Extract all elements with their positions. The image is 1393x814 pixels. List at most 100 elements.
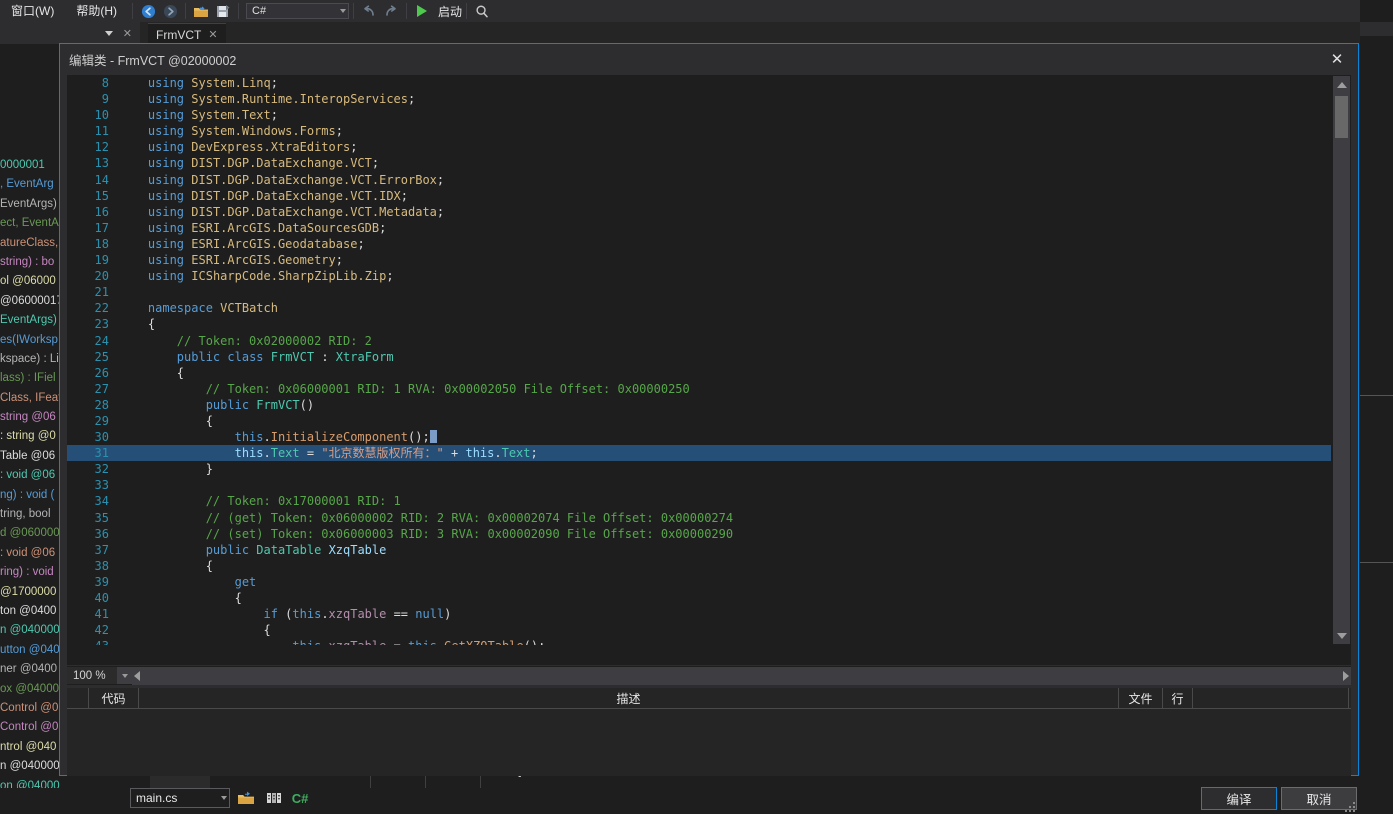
code-line[interactable]: 42 { — [67, 622, 1331, 638]
code-line[interactable]: 43 this.xzqTable = this.GetXZQTable(); — [67, 638, 1331, 645]
code-line[interactable]: 23 { — [67, 316, 1331, 332]
code-line[interactable]: 25 public class FrmVCT : XtraForm — [67, 349, 1331, 365]
member-list-item[interactable]: kspace) : Li — [0, 350, 66, 369]
member-list-item[interactable]: atureClass, — [0, 234, 66, 253]
member-list-item[interactable]: n @0400000 — [0, 757, 66, 776]
member-list-item[interactable]: EventArgs) — [0, 195, 66, 214]
member-list-item[interactable]: utton @040 — [0, 641, 66, 660]
chevron-down-icon[interactable] — [104, 30, 113, 36]
code-line[interactable]: 9 using System.Runtime.InteropServices; — [67, 91, 1331, 107]
code-line[interactable]: 8 using System.Linq; — [67, 75, 1331, 91]
tab-frmvct[interactable]: FrmVCT ✕ — [148, 23, 226, 45]
code-line[interactable]: 38 { — [67, 558, 1331, 574]
csharp-icon[interactable]: C# — [288, 788, 312, 808]
grid-column-header[interactable]: 文件 — [1119, 688, 1163, 708]
member-list-panel[interactable]: 0000001, EventArg EventArgs) ect, EventAr a… — [0, 44, 66, 788]
member-list-item[interactable]: Control @0 — [0, 699, 66, 718]
member-list-item[interactable]: ect, EventAr — [0, 214, 66, 233]
redo-icon[interactable] — [380, 1, 402, 21]
member-list-item[interactable]: @1700000 — [0, 583, 66, 602]
member-list-item[interactable]: lass) : IFiel — [0, 369, 66, 388]
member-list-item[interactable]: tring, bool — [0, 505, 66, 524]
member-list-item[interactable]: , EventArg — [0, 175, 66, 194]
code-line[interactable]: 32 } — [67, 461, 1331, 477]
close-icon[interactable]: ✕ — [1316, 45, 1358, 74]
forward-arrow-icon[interactable] — [159, 1, 181, 21]
code-lines-container[interactable]: 8 using System.Linq; 9 using System.Runti… — [67, 75, 1331, 645]
member-list-item[interactable]: on @04000 — [0, 777, 66, 789]
code-line[interactable]: 14 using DIST.DGP.DataExchange.VCT.Error… — [67, 172, 1331, 188]
open-folder-icon[interactable] — [190, 1, 212, 21]
scroll-left-icon[interactable] — [134, 670, 140, 681]
member-list-item[interactable]: string @06 — [0, 408, 66, 427]
member-list-item[interactable]: ng) : void ( — [0, 486, 66, 505]
member-list-item[interactable]: string) : bo — [0, 253, 66, 272]
resize-grip[interactable] — [1345, 802, 1357, 814]
scroll-right-icon[interactable] — [1343, 670, 1349, 681]
references-icon[interactable] — [262, 788, 286, 808]
menu-window[interactable]: 窗口(W) — [0, 0, 65, 22]
scrollbar-thumb[interactable] — [1335, 96, 1348, 138]
dialog-titlebar[interactable]: 编辑类 - FrmVCT @02000002 ✕ — [60, 44, 1358, 74]
member-list-item[interactable]: : string @0 — [0, 427, 66, 446]
compile-button[interactable]: 编译 — [1201, 787, 1277, 810]
messages-grid-body[interactable] — [67, 709, 1351, 776]
member-list-item[interactable]: EventArgs) — [0, 311, 66, 330]
member-list-item[interactable]: d @060000 — [0, 524, 66, 543]
code-line[interactable]: 22 namespace VCTBatch — [67, 300, 1331, 316]
messages-grid[interactable]: 代码 描述 文件行 — [67, 688, 1351, 776]
save-icon[interactable] — [212, 1, 234, 21]
language-combo[interactable]: C# — [246, 3, 349, 19]
code-line[interactable]: 15 using DIST.DGP.DataExchange.VCT.IDX; — [67, 188, 1331, 204]
code-line[interactable]: 41 if (this.xzqTable == null) — [67, 606, 1331, 622]
code-line[interactable]: 40 { — [67, 590, 1331, 606]
member-list-item[interactable]: : void @06 — [0, 544, 66, 563]
code-line[interactable]: 35 // (get) Token: 0x06000002 RID: 2 RVA… — [67, 510, 1331, 526]
code-line[interactable]: 17 using ESRI.ArcGIS.DataSourcesGDB; — [67, 220, 1331, 236]
scroll-down-icon[interactable] — [1333, 627, 1350, 644]
code-line[interactable]: 20 using ICSharpCode.SharpZipLib.Zip; — [67, 268, 1331, 284]
code-line[interactable]: 36 // (set) Token: 0x06000003 RID: 3 RVA… — [67, 526, 1331, 542]
member-list-item[interactable]: ox @04000 — [0, 680, 66, 699]
scroll-up-icon[interactable] — [1333, 76, 1350, 93]
code-line[interactable]: 34 // Token: 0x17000001 RID: 1 — [67, 493, 1331, 509]
code-line[interactable]: 24 // Token: 0x02000002 RID: 2 — [67, 333, 1331, 349]
close-icon[interactable]: ✕ — [123, 27, 132, 40]
undo-icon[interactable] — [358, 1, 380, 21]
code-line[interactable]: 26 { — [67, 365, 1331, 381]
member-list-item[interactable]: Control @0 — [0, 718, 66, 737]
grid-column-header[interactable] — [67, 688, 89, 708]
code-line[interactable]: 28 public FrmVCT() — [67, 397, 1331, 413]
grid-column-header[interactable]: 描述 — [139, 688, 1119, 708]
file-select-combo[interactable]: main.cs — [130, 788, 230, 808]
member-list-item[interactable]: Class, IFeat — [0, 389, 66, 408]
run-label[interactable]: 启动 — [433, 3, 462, 20]
zoom-dropdown-icon[interactable] — [117, 667, 132, 684]
grid-column-header[interactable]: 行 — [1163, 688, 1193, 708]
code-editor[interactable]: 8 using System.Linq; 9 using System.Runti… — [67, 75, 1351, 665]
code-line[interactable]: 31 this.Text = "北京数慧版权所有：" + this.Text; — [67, 445, 1331, 462]
member-list-item[interactable]: ner @0400 — [0, 660, 66, 679]
menu-help[interactable]: 帮助(H) — [65, 0, 128, 22]
code-line[interactable]: 10 using System.Text; — [67, 107, 1331, 123]
code-line[interactable]: 30 this.InitializeComponent(); — [67, 429, 1331, 445]
code-line[interactable]: 21 — [67, 284, 1331, 300]
back-arrow-icon[interactable] — [137, 1, 159, 21]
member-list-item[interactable]: @06000017 — [0, 292, 66, 311]
open-folder-icon[interactable] — [234, 788, 258, 808]
code-line[interactable]: 19 using ESRI.ArcGIS.Geometry; — [67, 252, 1331, 268]
member-list-item[interactable]: ton @0400 — [0, 602, 66, 621]
grid-column-header[interactable] — [1193, 688, 1349, 708]
member-list-item[interactable]: ntrol @040 — [0, 738, 66, 757]
play-icon[interactable] — [411, 1, 433, 21]
code-line[interactable]: 27 // Token: 0x06000001 RID: 1 RVA: 0x00… — [67, 381, 1331, 397]
member-list-item[interactable]: 0000001 — [0, 156, 66, 175]
member-list-item[interactable]: ring) : void — [0, 563, 66, 582]
search-icon[interactable] — [471, 1, 493, 21]
code-line[interactable]: 37 public DataTable XzqTable — [67, 542, 1331, 558]
zoom-level-value[interactable]: 100 % — [67, 667, 117, 684]
code-line[interactable]: 33 — [67, 477, 1331, 493]
code-line[interactable]: 29 { — [67, 413, 1331, 429]
code-line[interactable]: 13 using DIST.DGP.DataExchange.VCT; — [67, 155, 1331, 171]
code-line[interactable]: 39 get — [67, 574, 1331, 590]
